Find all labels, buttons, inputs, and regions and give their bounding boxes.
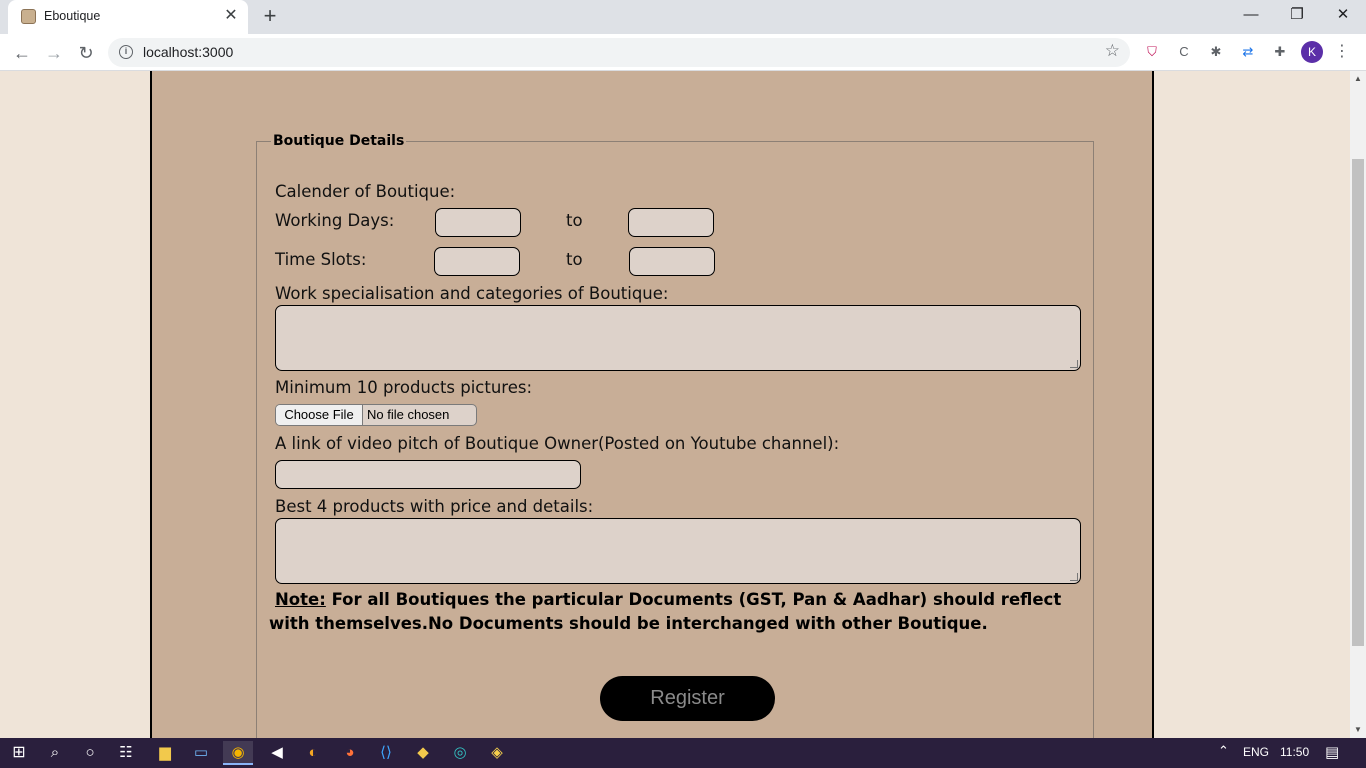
specialisation-label: Work specialisation and categories of Bo… bbox=[275, 284, 669, 303]
reload-icon[interactable]: ↻ bbox=[72, 39, 100, 67]
working-days-to-input[interactable] bbox=[628, 208, 714, 237]
best-products-label: Best 4 products with price and details: bbox=[275, 497, 594, 516]
code-icon[interactable]: C bbox=[1174, 42, 1194, 62]
fieldset-legend: Boutique Details bbox=[271, 133, 407, 149]
app-icon[interactable]: ◆ bbox=[408, 741, 438, 765]
documents-note: Note: For all Boutiques the particular D… bbox=[269, 588, 1069, 636]
video-link-input[interactable] bbox=[275, 460, 581, 489]
scroll-down-arrow-icon[interactable]: ▼ bbox=[1350, 722, 1366, 738]
notification-icon[interactable]: ▤ bbox=[1325, 743, 1339, 761]
video-link-label: A link of video pitch of Boutique Owner(… bbox=[275, 434, 840, 453]
task-view-icon[interactable]: ☷ bbox=[111, 741, 141, 765]
windows-taskbar: ⊞ ⌕ ○ ☷ ▆ ▭ ◉ ◀ ◐ ◕ ⟨⟩ ◆ ◎ ◈ ⌃ ENG 11:50… bbox=[0, 738, 1366, 768]
time-slots-from-input[interactable] bbox=[434, 247, 520, 276]
puzzle-icon[interactable]: ✚ bbox=[1270, 42, 1290, 62]
best-products-textarea[interactable] bbox=[275, 518, 1081, 584]
forward-arrow-icon[interactable]: → bbox=[40, 39, 68, 67]
sync-icon[interactable]: ⇄ bbox=[1238, 42, 1258, 62]
firefox-icon[interactable]: ◕ bbox=[335, 741, 365, 765]
audio-app-icon[interactable]: ◀ bbox=[262, 741, 292, 765]
browser-toolbar: ← → ↻ i localhost:3000 ☆ ⛉ C ✱ ⇄ ✚ K ⋮ bbox=[0, 34, 1366, 71]
tab-close-icon[interactable]: ✕ bbox=[221, 5, 241, 27]
time-slots-to-input[interactable] bbox=[629, 247, 715, 276]
working-days-to-label: to bbox=[566, 211, 583, 230]
pictures-label: Minimum 10 products pictures: bbox=[275, 378, 533, 397]
calendar-label: Calender of Boutique: bbox=[275, 182, 456, 201]
browser-menu-icon[interactable]: ⋮ bbox=[1333, 41, 1351, 63]
restore-button[interactable]: ❐ bbox=[1274, 2, 1320, 30]
note-text: For all Boutiques the particular Documen… bbox=[269, 590, 1062, 633]
resize-grip-icon[interactable] bbox=[1070, 360, 1078, 368]
register-button[interactable]: Register bbox=[600, 676, 775, 721]
browser-tab[interactable]: Eboutique ✕ bbox=[8, 0, 248, 34]
blender-icon[interactable]: ◐ bbox=[298, 741, 328, 765]
vscode-icon[interactable]: ⟨⟩ bbox=[371, 741, 401, 765]
chrome-icon[interactable]: ◉ bbox=[223, 741, 253, 765]
page-scrollbar[interactable]: ▲ ▼ bbox=[1350, 71, 1366, 738]
tray-chevron-icon[interactable]: ⌃ bbox=[1218, 743, 1229, 759]
cortana-icon[interactable]: ○ bbox=[75, 741, 105, 765]
registration-card: Boutique Details Calender of Boutique: W… bbox=[150, 71, 1154, 738]
computer-icon[interactable]: ▭ bbox=[186, 741, 216, 765]
file-explorer-icon[interactable]: ▆ bbox=[150, 741, 180, 765]
working-days-label: Working Days: bbox=[275, 211, 395, 230]
choose-file-button[interactable]: Choose File bbox=[276, 405, 363, 425]
resize-grip-icon[interactable] bbox=[1070, 573, 1078, 581]
close-window-button[interactable]: ✕ bbox=[1320, 2, 1366, 30]
address-bar[interactable]: i localhost:3000 ☆ bbox=[108, 38, 1130, 67]
bookmark-star-icon[interactable]: ☆ bbox=[1105, 41, 1120, 61]
product-pictures-file-input[interactable]: Choose File No file chosen bbox=[275, 404, 477, 426]
time-slots-to-label: to bbox=[566, 250, 583, 269]
site-favicon-icon bbox=[21, 9, 36, 24]
windows-start-icon[interactable]: ⊞ bbox=[4, 741, 34, 765]
git-icon[interactable]: ◈ bbox=[482, 741, 512, 765]
profile-avatar[interactable]: K bbox=[1301, 41, 1323, 63]
scrollbar-thumb[interactable] bbox=[1352, 159, 1364, 646]
shield-icon[interactable]: ⛉ bbox=[1142, 42, 1162, 62]
time-slots-label: Time Slots: bbox=[275, 250, 367, 269]
scroll-up-arrow-icon[interactable]: ▲ bbox=[1350, 71, 1366, 87]
page-viewport: Boutique Details Calender of Boutique: W… bbox=[0, 71, 1350, 738]
language-indicator[interactable]: ENG bbox=[1243, 745, 1269, 759]
bug-icon[interactable]: ✱ bbox=[1206, 42, 1226, 62]
note-heading: Note: bbox=[275, 590, 326, 609]
edge-icon[interactable]: ◎ bbox=[445, 741, 475, 765]
new-tab-button[interactable]: + bbox=[258, 4, 282, 28]
file-status-text: No file chosen bbox=[367, 407, 450, 422]
browser-tab-strip: Eboutique ✕ + — ❐ ✕ bbox=[0, 0, 1366, 34]
specialisation-textarea[interactable] bbox=[275, 305, 1081, 371]
search-icon[interactable]: ⌕ bbox=[40, 741, 70, 765]
boutique-details-fieldset: Boutique Details Calender of Boutique: W… bbox=[256, 133, 1094, 738]
tab-title: Eboutique bbox=[44, 9, 101, 23]
back-arrow-icon[interactable]: ← bbox=[8, 39, 36, 67]
clock[interactable]: 11:50 bbox=[1280, 745, 1309, 759]
working-days-from-input[interactable] bbox=[435, 208, 521, 237]
url-text[interactable]: localhost:3000 bbox=[143, 44, 233, 60]
minimize-button[interactable]: — bbox=[1228, 2, 1274, 30]
site-info-icon[interactable]: i bbox=[119, 45, 133, 59]
